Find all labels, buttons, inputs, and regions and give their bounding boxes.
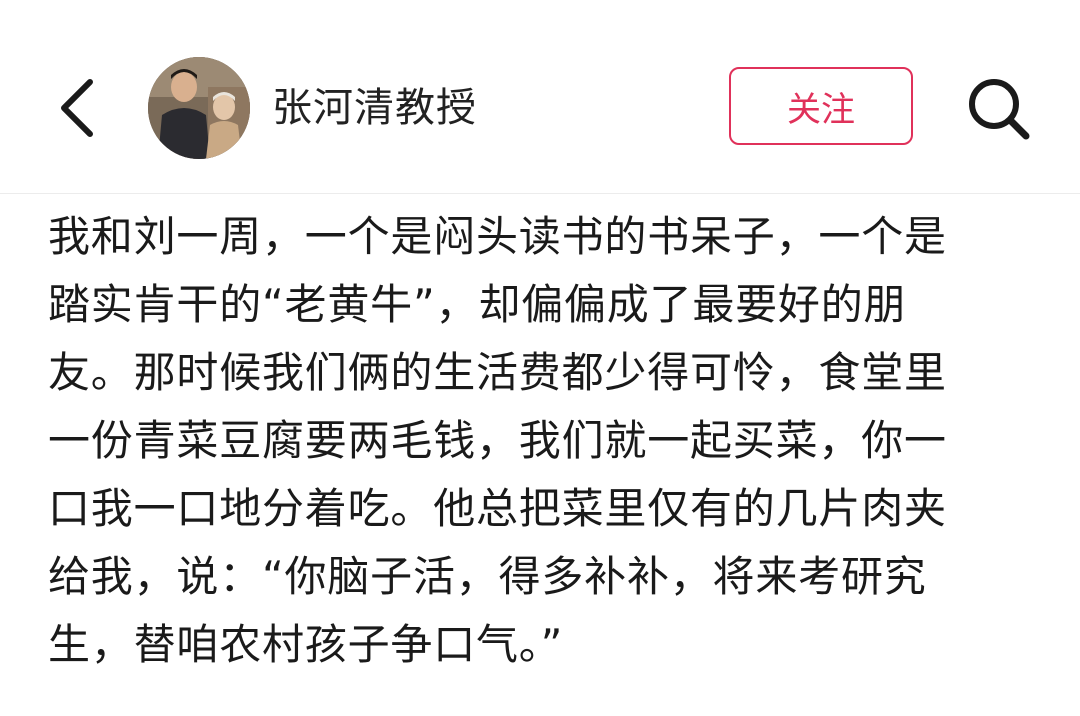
back-button[interactable]	[52, 72, 112, 144]
post-text-line: 我和刘一周，一个是闷头读书的书呆子，一个是	[48, 212, 947, 261]
search-icon	[969, 79, 1030, 140]
post-text-line: 一份青菜豆腐要两毛钱，我们就一起买菜，你一	[48, 416, 947, 465]
avatar-photo	[148, 57, 250, 159]
post-text-line: 口我一口地分着吃。他总把菜里仅有的几片肉夹	[48, 484, 947, 533]
search-button[interactable]	[962, 72, 1034, 144]
author-name[interactable]: 张河清教授	[272, 82, 477, 134]
follow-button[interactable]: 关注	[729, 67, 913, 145]
post-text-line: 生，替咱农村孩子争口气。”	[48, 620, 564, 669]
top-bar: 张河清教授 关注	[0, 0, 1080, 194]
post-text-line: 踏实肯干的“老黄牛”，却偏偏成了最要好的朋	[48, 280, 907, 329]
author-avatar[interactable]	[148, 57, 250, 159]
post-text-line: 给我，说：“你脑子活，得多补补，将来考研究	[48, 552, 927, 601]
post-text-line: 友。那时候我们俩的生活费都少得可怜，食堂里	[48, 348, 947, 397]
post-body: 我和刘一周，一个是闷头读书的书呆子，一个是 踏实肯干的“老黄牛”，却偏偏成了最要…	[48, 203, 1038, 679]
chevron-left-icon	[61, 79, 93, 137]
